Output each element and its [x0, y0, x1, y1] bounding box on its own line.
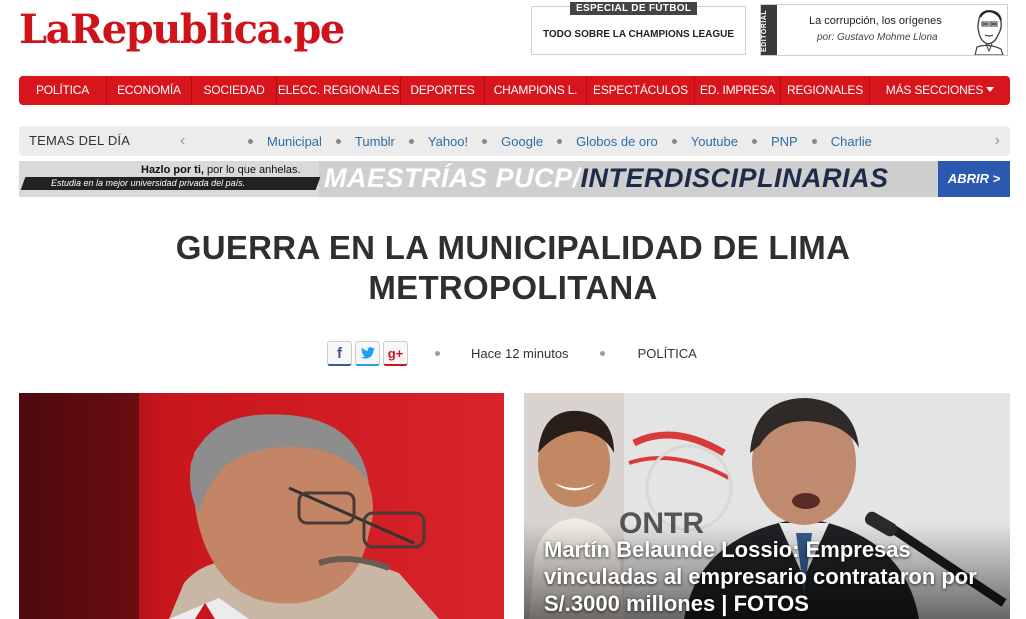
topic-separator [671, 138, 677, 144]
nav-item-label: CHAMPIONS L. [493, 83, 578, 97]
nav-item-0[interactable]: POLÍTICA [19, 76, 107, 105]
nav-item-2[interactable]: SOCIEDAD [192, 76, 277, 105]
topic-separator [335, 138, 341, 144]
caret-down-icon [986, 87, 995, 93]
ad-line1: Hazlo por ti, por lo que anhelas. [141, 164, 301, 176]
promo-football-tag: ESPECIAL DE FÚTBOL [570, 2, 698, 15]
related-story-caption[interactable]: Martín Belaunde Lossio: Empresas vincula… [544, 536, 994, 617]
meta-separator [435, 351, 440, 356]
promo-football-text: TODO SOBRE LA CHAMPIONS LEAGUE [542, 29, 735, 40]
article-section[interactable]: POLÍTICA [638, 346, 697, 361]
nav-item-label: REGIONALES [786, 83, 864, 97]
promo-editorial[interactable]: EDITORIAL La corrupción, los orígenes po… [760, 4, 1008, 56]
article-time: Hace 12 minutos [471, 346, 569, 361]
topic-link[interactable]: Yahoo! [428, 134, 468, 149]
topic-separator [811, 138, 817, 144]
related-story-card[interactable]: ONTR Martín Belaunde Lossio: Empresas vi… [524, 393, 1010, 619]
nav-item-label: ECONOMÍA [117, 83, 181, 97]
topics-title: TEMAS DEL DÍA [29, 133, 131, 148]
topic-separator [248, 138, 253, 144]
promo-football-special[interactable]: ESPECIAL DE FÚTBOL TODO SOBRE LA CHAMPIO… [531, 2, 746, 55]
ad-open-button[interactable]: ABRIR > [938, 161, 1010, 197]
article-meta: f g+ Hace 12 minutos POLÍTICA [327, 340, 697, 367]
site-logo[interactable]: LaRepublica.pe [19, 6, 345, 53]
topic-link[interactable]: Google [501, 134, 543, 149]
chevron-left-icon[interactable]: ‹ [180, 126, 185, 156]
topic-link[interactable]: Municipal [267, 134, 322, 149]
google-plus-share-icon[interactable]: g+ [383, 341, 408, 366]
topic-link[interactable]: PNP [771, 134, 798, 149]
nav-item-9[interactable]: MÁS SECCIONES [870, 76, 1010, 105]
editorial-byline: por: Gustavo Mohme Llona [817, 32, 938, 43]
nav-item-1[interactable]: ECONOMÍA [107, 76, 192, 105]
nav-item-7[interactable]: ED. IMPRESA [695, 76, 781, 105]
nav-item-6[interactable]: ESPECTÁCULOS [587, 76, 695, 105]
twitter-share-icon[interactable] [355, 341, 380, 366]
nav-item-label: SOCIEDAD [203, 83, 265, 97]
topic-separator [751, 138, 757, 144]
nav-item-label: DEPORTES [410, 83, 475, 97]
article-title: GUERRA EN LA MUNICIPALIDAD DE LIMA METRO… [175, 229, 851, 306]
nav-item-label: ELECC. REGIONALES [277, 83, 400, 97]
nav-item-label: ESPECTÁCULOS [593, 83, 688, 97]
editorial-title: La corrupción, los orígenes [809, 15, 942, 27]
topic-link[interactable]: Charlie [831, 134, 872, 149]
topics-bar: TEMAS DEL DÍA ‹ Municipal Tumblr Yahoo! Goo… [19, 126, 1010, 156]
topic-separator [557, 138, 563, 144]
topic-separator [482, 138, 488, 144]
topic-link[interactable]: Youtube [691, 134, 738, 149]
facebook-share-icon[interactable]: f [327, 341, 352, 366]
topic-separator [408, 138, 414, 144]
nav-item-4[interactable]: DEPORTES [401, 76, 485, 105]
ad-banner[interactable]: Hazlo por ti, por lo que anhelas. Estudi… [19, 161, 1010, 197]
editorial-tag: EDITORIAL [761, 5, 777, 55]
nav-item-5[interactable]: CHAMPIONS L. [485, 76, 587, 105]
politician-photo [19, 393, 504, 619]
editorial-author-sketch [974, 10, 1004, 55]
nav-item-label: POLÍTICA [35, 83, 90, 97]
main-nav: POLÍTICA ECONOMÍA SOCIEDAD ELECC. REGIONALE… [19, 76, 1010, 105]
nav-item-3[interactable]: ELECC. REGIONALES [277, 76, 401, 105]
meta-separator [599, 351, 605, 356]
nav-item-label: ED. IMPRESA [699, 83, 776, 97]
ad-line2: Estudia en la mejor universidad privada … [51, 178, 246, 188]
nav-item-8[interactable]: REGIONALES [781, 76, 870, 105]
chevron-right-icon[interactable]: › [995, 126, 1000, 156]
topics-list: Municipal Tumblr Yahoo! Google Globos de oro… [234, 126, 872, 156]
topic-link[interactable]: Globos de oro [576, 134, 658, 149]
nav-item-label: MÁS SECCIONES [885, 83, 984, 97]
article-main-photo[interactable] [19, 393, 504, 619]
ad-headline: MAESTRÍAS PUCP/INTERDISCIPLINARIAS [324, 163, 889, 193]
topic-link[interactable]: Tumblr [355, 134, 395, 149]
